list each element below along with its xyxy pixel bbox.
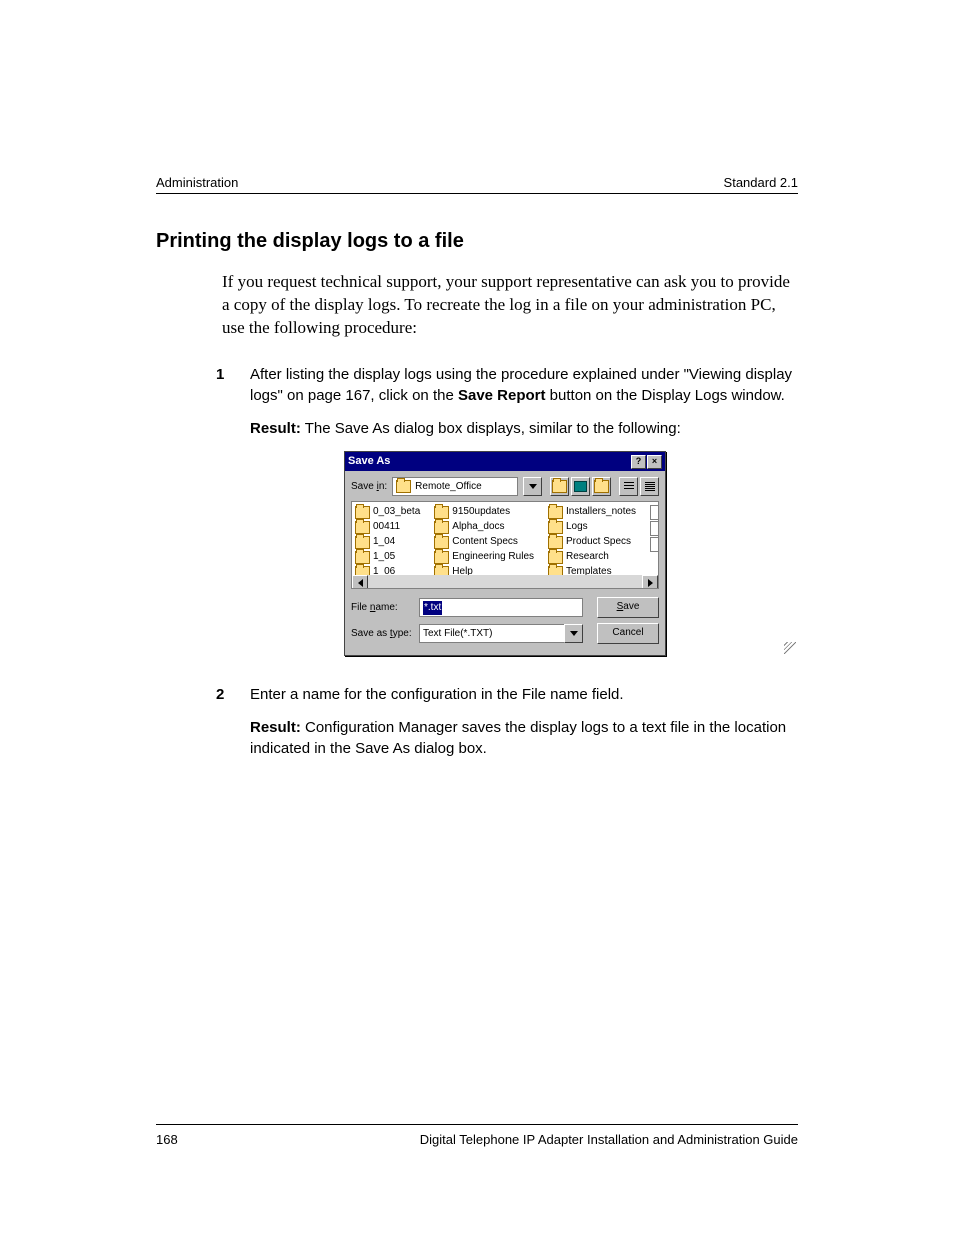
folder-icon	[355, 536, 370, 549]
folder-icon	[355, 521, 370, 534]
list-view-button[interactable]	[619, 477, 638, 496]
folder-up-icon	[552, 480, 567, 493]
footer-title: Digital Telephone IP Adapter Installatio…	[420, 1132, 798, 1147]
dialog-titlebar[interactable]: Save As ? ×	[345, 452, 665, 471]
page-number: 168	[156, 1132, 178, 1147]
folder-icon	[434, 551, 449, 564]
folder-icon	[355, 551, 370, 564]
save-in-select[interactable]: Remote_Office	[392, 477, 518, 496]
help-icon[interactable]: ?	[631, 455, 646, 469]
saveastype-select[interactable]: Text File(*.TXT)	[419, 624, 564, 643]
list-item[interactable]: Engineering Rules	[434, 550, 534, 564]
details-icon	[645, 482, 655, 491]
step-1: 1 After listing the display logs using t…	[216, 364, 798, 678]
list-item[interactable]: Product Specs	[548, 535, 636, 549]
file-icon	[650, 537, 659, 552]
folder-icon	[355, 506, 370, 519]
folder-icon	[434, 521, 449, 534]
scroll-left-button[interactable]	[352, 575, 368, 589]
file-icon	[650, 521, 659, 536]
folder-icon	[548, 536, 563, 549]
filename-label: File name:	[351, 601, 413, 615]
folder-icon	[434, 506, 449, 519]
page-footer: 168 Digital Telephone IP Adapter Install…	[156, 1132, 798, 1147]
header-right: Standard 2.1	[724, 175, 798, 190]
list-item[interactable]: Logs	[548, 520, 636, 534]
folder-icon	[434, 536, 449, 549]
scroll-right-button[interactable]	[642, 575, 658, 589]
list-item[interactable]	[650, 521, 659, 536]
step-1-text: After listing the display logs using the…	[250, 364, 798, 406]
list-icon	[624, 482, 634, 491]
new-folder-button[interactable]	[592, 477, 611, 496]
resize-grip-icon[interactable]	[784, 642, 796, 654]
step-2: 2 Enter a name for the configuration in …	[216, 684, 798, 771]
save-in-dropdown-button[interactable]	[523, 477, 542, 496]
list-item[interactable]: Research	[548, 550, 636, 564]
save-button[interactable]: Save	[597, 597, 659, 618]
footer-rule	[156, 1124, 798, 1125]
list-item[interactable]: 9150updates	[434, 505, 534, 519]
up-one-level-button[interactable]	[550, 477, 569, 496]
list-item[interactable]: Installers_notes	[548, 505, 636, 519]
desktop-icon	[574, 481, 587, 492]
folder-icon	[548, 551, 563, 564]
dialog-title: Save As	[348, 454, 390, 469]
file-icon	[650, 505, 659, 520]
list-item[interactable]: Content Specs	[434, 535, 534, 549]
folder-icon	[396, 480, 411, 493]
list-item[interactable]: 1_04	[355, 535, 420, 549]
saveastype-dropdown-button[interactable]	[564, 624, 583, 643]
list-item[interactable]: Alpha_docs	[434, 520, 534, 534]
chevron-down-icon	[529, 484, 537, 489]
step-number: 1	[216, 364, 250, 678]
list-item[interactable]: 0_03_beta	[355, 505, 420, 519]
save-as-dialog: Save As ? × Save in: Remote_Office	[344, 451, 666, 656]
save-in-label: Save in:	[351, 480, 387, 494]
folder-icon	[548, 506, 563, 519]
section-title: Printing the display logs to a file	[156, 230, 798, 253]
list-item[interactable]	[650, 505, 659, 520]
horizontal-scrollbar[interactable]	[352, 575, 658, 588]
filename-input[interactable]: *.txt	[419, 598, 583, 617]
step-1-result: Result: The Save As dialog box displays,…	[250, 418, 798, 439]
list-item[interactable]	[650, 537, 659, 552]
folder-icon	[548, 521, 563, 534]
chevron-down-icon	[570, 631, 578, 636]
file-list[interactable]: 0_03_beta 00411 1_04 1_05 1_06 91bc 9150…	[351, 501, 659, 589]
step-number: 2	[216, 684, 250, 771]
details-view-button[interactable]	[640, 477, 659, 496]
new-folder-icon	[594, 480, 609, 493]
intro-paragraph: If you request technical support, your s…	[222, 271, 798, 340]
desktop-button[interactable]	[571, 477, 590, 496]
list-item[interactable]: 1_05	[355, 550, 420, 564]
arrow-left-icon	[358, 579, 363, 587]
running-header: Administration Standard 2.1	[156, 175, 798, 194]
saveastype-label: Save as type:	[351, 627, 413, 641]
close-icon[interactable]: ×	[647, 455, 662, 469]
cancel-button[interactable]: Cancel	[597, 623, 659, 644]
arrow-right-icon	[648, 579, 653, 587]
header-left: Administration	[156, 175, 238, 190]
step-2-text: Enter a name for the configuration in th…	[250, 684, 798, 705]
step-2-result: Result: Configuration Manager saves the …	[250, 717, 798, 759]
save-in-value: Remote_Office	[415, 480, 482, 494]
list-item[interactable]: 00411	[355, 520, 420, 534]
